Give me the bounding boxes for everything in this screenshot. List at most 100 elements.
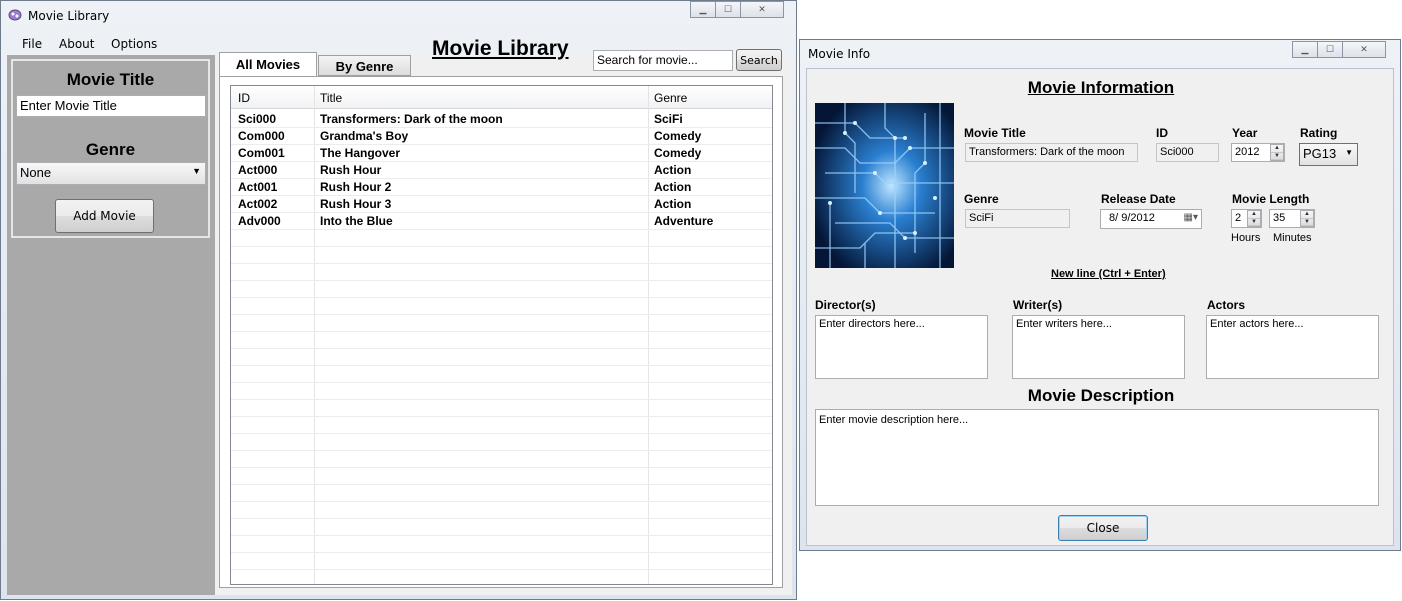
table-row xyxy=(231,468,772,485)
movie-title-input[interactable]: Enter Movie Title xyxy=(16,95,206,117)
tab-by-genre-label: By Genre xyxy=(335,59,394,74)
year-spin-buttons[interactable]: ▲ ▼ xyxy=(1270,144,1284,161)
genre-label: Genre xyxy=(964,192,999,206)
cell-title: Rush Hour xyxy=(320,163,382,177)
genre-heading: Genre xyxy=(85,140,136,159)
table-row xyxy=(231,400,772,417)
genre-select-value: None xyxy=(20,165,52,180)
main-titlebar[interactable]: Movie Library ▁ ☐ ✕ xyxy=(1,1,796,29)
cell-title: Transformers: Dark of the moon xyxy=(320,112,503,126)
cell-id: Com000 xyxy=(238,129,285,143)
hours-label: Hours xyxy=(1231,232,1261,244)
cell-genre: Action xyxy=(654,197,692,211)
genre-field[interactable]: SciFi xyxy=(965,209,1070,228)
tab-by-genre[interactable]: By Genre xyxy=(318,55,411,76)
minutes-spin-buttons[interactable]: ▲ ▼ xyxy=(1300,210,1314,227)
cell-genre: Comedy xyxy=(654,146,702,160)
column-header-genre[interactable]: Genre xyxy=(654,91,687,105)
id-field[interactable]: Sci000 xyxy=(1156,143,1219,162)
add-movie-group: Movie Title Enter Movie Title Genre None… xyxy=(11,59,210,238)
down-arrow-icon[interactable]: ▼ xyxy=(1301,219,1313,226)
table-row xyxy=(231,281,772,298)
tab-all-movies[interactable]: All Movies xyxy=(219,52,317,76)
menu-file[interactable]: File xyxy=(22,37,42,51)
table-row[interactable]: Act002 Rush Hour 3 Action xyxy=(231,196,772,213)
minimize-icon[interactable]: ▁ xyxy=(690,1,716,18)
up-arrow-icon[interactable]: ▲ xyxy=(1248,211,1260,219)
table-row[interactable]: Act000 Rush Hour Action xyxy=(231,162,772,179)
rating-select[interactable]: PG13 ▼ xyxy=(1299,143,1358,166)
minutes-label: Minutes xyxy=(1273,232,1312,244)
table-row[interactable]: Com001 The Hangover Comedy xyxy=(231,145,772,162)
year-label: Year xyxy=(1232,126,1258,140)
close-icon[interactable]: ✕ xyxy=(740,1,784,18)
table-row[interactable]: Sci000 Transformers: Dark of the moon SciF… xyxy=(231,111,772,128)
cell-title: Rush Hour 3 xyxy=(320,197,392,211)
table-row xyxy=(231,349,772,366)
info-titlebar[interactable]: Movie Info ▁ ☐ ✕ xyxy=(800,40,1400,68)
menu-options[interactable]: Options xyxy=(111,37,157,51)
cell-genre: Adventure xyxy=(654,214,714,228)
cell-genre: SciFi xyxy=(654,112,683,126)
table-row xyxy=(231,247,772,264)
hours-spin-buttons[interactable]: ▲ ▼ xyxy=(1247,210,1261,227)
up-arrow-icon[interactable]: ▲ xyxy=(1301,211,1313,219)
add-movie-button[interactable]: Add Movie xyxy=(55,199,154,233)
rating-label: Rating xyxy=(1300,126,1338,140)
app-icon xyxy=(8,9,22,21)
table-row xyxy=(231,434,772,451)
table-row xyxy=(231,417,772,434)
description-heading: Movie Description xyxy=(1027,386,1175,405)
down-arrow-icon[interactable]: ▼ xyxy=(1271,153,1283,160)
down-arrow-icon[interactable]: ▼ xyxy=(1248,219,1260,226)
description-textarea[interactable]: Enter movie description here... xyxy=(815,409,1379,506)
release-date-value: 8/ 9/2012 xyxy=(1109,212,1155,224)
movie-title-heading: Movie Title xyxy=(66,70,155,89)
rating-value: PG13 xyxy=(1303,146,1337,161)
cell-id: Adv000 xyxy=(238,214,281,228)
actors-textarea[interactable]: Enter actors here... xyxy=(1206,315,1379,379)
cell-genre: Action xyxy=(654,180,692,194)
table-row xyxy=(231,264,772,281)
id-label: ID xyxy=(1156,126,1168,140)
maximize-icon[interactable]: ☐ xyxy=(715,1,741,18)
table-row xyxy=(231,315,772,332)
minimize-icon[interactable]: ▁ xyxy=(1292,41,1318,58)
maximize-icon[interactable]: ☐ xyxy=(1317,41,1343,58)
actors-label: Actors xyxy=(1207,298,1246,312)
directors-textarea[interactable]: Enter directors here... xyxy=(815,315,988,379)
table-row[interactable]: Act001 Rush Hour 2 Action xyxy=(231,179,772,196)
movie-title-field[interactable]: Transformers: Dark of the moon xyxy=(965,143,1138,162)
release-date-picker[interactable]: 8/ 9/2012 ▦▾ xyxy=(1100,209,1202,229)
table-row xyxy=(231,298,772,315)
cell-title: Into the Blue xyxy=(320,214,393,228)
genre-select[interactable]: None ▼ xyxy=(16,162,206,185)
search-input[interactable]: Search for movie... xyxy=(593,50,733,71)
table-row[interactable]: Adv000 Into the Blue Adventure xyxy=(231,213,772,230)
tab-page: ID Title Genre Sci000 Transformers: Dark … xyxy=(219,76,783,588)
movie-library-window: Movie Library ▁ ☐ ✕ File About Options M… xyxy=(0,0,797,600)
tab-all-movies-label: All Movies xyxy=(235,57,301,72)
side-panel: Movie Title Enter Movie Title Genre None… xyxy=(7,55,215,595)
up-arrow-icon[interactable]: ▲ xyxy=(1271,145,1283,153)
writers-label: Writer(s) xyxy=(1013,298,1063,312)
table-row[interactable]: Com000 Grandma's Boy Comedy xyxy=(231,128,772,145)
column-header-title[interactable]: Title xyxy=(320,91,342,105)
column-header-id[interactable]: ID xyxy=(238,91,250,105)
search-button[interactable]: Search xyxy=(736,49,782,71)
minutes-value: 35 xyxy=(1273,212,1286,224)
close-icon[interactable]: ✕ xyxy=(1342,41,1386,58)
grid-body: Sci000 Transformers: Dark of the moon SciF… xyxy=(231,111,772,584)
table-row xyxy=(231,383,772,400)
movie-info-heading: Movie Information xyxy=(1027,78,1175,97)
table-row xyxy=(231,536,772,553)
main-window-title: Movie Library xyxy=(28,9,110,23)
calendar-icon[interactable]: ▦▾ xyxy=(1184,212,1198,223)
new-line-hint: New line (Ctrl + Enter) xyxy=(1051,268,1166,280)
movies-grid[interactable]: ID Title Genre Sci000 Transformers: Dark … xyxy=(230,85,773,585)
movie-title-label: Movie Title xyxy=(964,126,1026,140)
close-button[interactable]: Close xyxy=(1058,515,1148,541)
cell-genre: Action xyxy=(654,163,692,177)
writers-textarea[interactable]: Enter writers here... xyxy=(1012,315,1185,379)
menu-about[interactable]: About xyxy=(59,37,94,51)
